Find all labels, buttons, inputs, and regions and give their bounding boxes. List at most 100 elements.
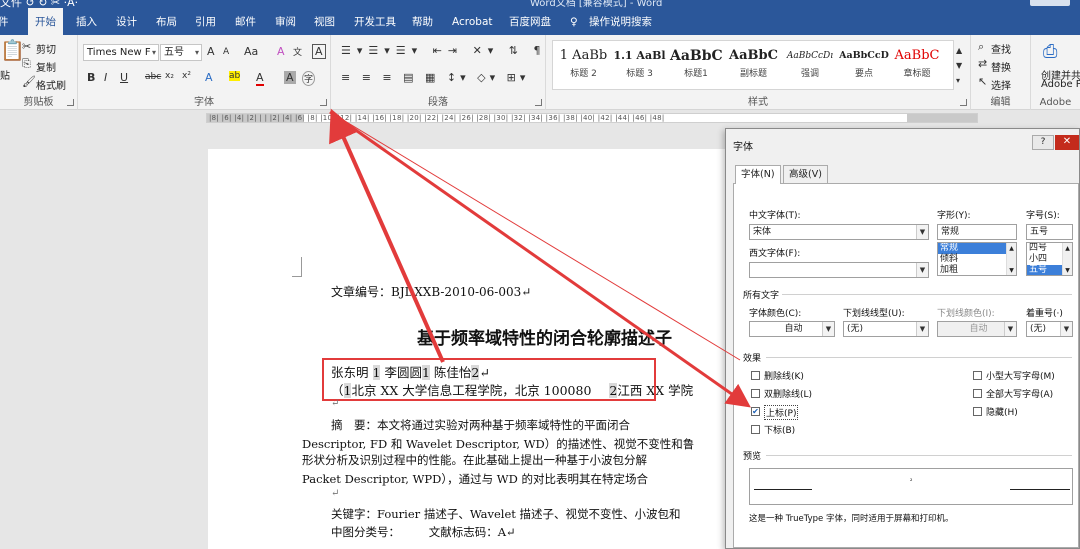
- highlight-box: [322, 358, 656, 401]
- adobe-label: Adobe: [1039, 97, 1072, 108]
- find-button[interactable]: 查找: [991, 41, 1011, 56]
- style-input[interactable]: 常规: [937, 224, 1017, 240]
- close-button[interactable]: ✕: [1055, 135, 1079, 150]
- tab-review[interactable]: 审阅: [275, 8, 296, 35]
- font-color-button[interactable]: A: [256, 71, 264, 86]
- horizontal-ruler[interactable]: |8| |6| |4| |2| | | |2| |4| |6| |8| |10|…: [206, 113, 978, 123]
- align-buttons[interactable]: ≡ ≡ ≡ ▤ ▦ ↕▾ ◇▾ ⊞▾: [341, 71, 529, 84]
- style-subtitle[interactable]: AaBbC 副标题: [726, 42, 781, 92]
- char-shading-button[interactable]: A: [284, 71, 296, 84]
- preview-text: ²: [910, 478, 913, 485]
- style-heading1[interactable]: AaBbC 标题1: [670, 42, 723, 92]
- emphasis-mark-select[interactable]: (无) ▼: [1026, 321, 1073, 337]
- style-option-italic[interactable]: 倾斜: [938, 254, 1016, 265]
- tab-view[interactable]: 视图: [314, 8, 335, 35]
- preview-line-left: [754, 489, 812, 490]
- font-tab-panel: 中文字体(T): 宋体 ▼ 西文字体(F): ▼ 字形(Y): 常规 常规 倾斜 …: [733, 183, 1079, 548]
- tab-file[interactable]: 件: [0, 8, 9, 35]
- ribbon-tabs: 件 开始 插入 设计 布局 引用 邮件 审阅 视图 开发工具 帮助 Acroba…: [0, 8, 1080, 35]
- cn-font-select[interactable]: 宋体 ▼: [749, 224, 929, 240]
- subscript-button[interactable]: x₂: [165, 71, 174, 81]
- tab-help[interactable]: 帮助: [412, 8, 433, 35]
- list-buttons[interactable]: ☰▾☰▾☰▾ ⇤⇥ ✕▾ ⇅ ¶: [341, 44, 547, 57]
- font-label: 字体: [194, 97, 214, 108]
- tab-developer[interactable]: 开发工具: [354, 8, 396, 35]
- clear-format-button[interactable]: A: [277, 45, 285, 58]
- style-option-regular[interactable]: 常规: [938, 243, 1016, 254]
- clipboard-label: 剪贴板: [23, 97, 54, 108]
- character-border-button[interactable]: A: [312, 44, 326, 59]
- help-button[interactable]: ?: [1032, 135, 1054, 150]
- paragraph-launcher[interactable]: [535, 99, 542, 106]
- underline-button[interactable]: U: [120, 71, 128, 84]
- strikethrough-checkbox[interactable]: [751, 371, 760, 380]
- bold-button[interactable]: B: [87, 71, 95, 84]
- tab-baidu-netdisk[interactable]: 百度网盘: [509, 8, 551, 35]
- font-dialog-launcher[interactable]: [320, 99, 327, 106]
- styles-launcher[interactable]: [960, 99, 967, 106]
- font-color-select[interactable]: 自动 ▼: [749, 321, 835, 337]
- strikethrough-button[interactable]: abc: [145, 72, 161, 82]
- document-title: Word文档 [兼容模式] - Word: [530, 0, 663, 8]
- adobe-create-line2[interactable]: Adobe P: [1041, 79, 1080, 90]
- ruler-marks: |8| |6| |4| |2| | | |2| |4| |6| |8| |10|…: [209, 114, 665, 122]
- size-list[interactable]: 四号 小四 五号 ▲ ▼: [1026, 242, 1073, 276]
- tab-references[interactable]: 引用: [195, 8, 216, 35]
- emphasis-mark-label: 着重号(·): [1026, 309, 1063, 319]
- font-size-combo[interactable]: 五号 ▾: [160, 44, 202, 61]
- text-effects-button[interactable]: A: [205, 71, 213, 84]
- superscript-checkbox[interactable]: ✔: [751, 407, 760, 416]
- size-list-scrollbar[interactable]: ▲ ▼: [1062, 243, 1072, 275]
- tab-layout[interactable]: 布局: [156, 8, 177, 35]
- replace-button[interactable]: 替换: [991, 59, 1011, 74]
- style-option-bold[interactable]: 加粗: [938, 265, 1016, 275]
- cut-button[interactable]: 剪切: [36, 41, 56, 56]
- shrink-font-button[interactable]: A: [223, 47, 229, 57]
- style-chapter-title[interactable]: AaBbC 章标题: [891, 42, 943, 92]
- document-page[interactable]: [208, 149, 748, 549]
- subscript-checkbox[interactable]: [751, 425, 760, 434]
- small-caps-checkbox[interactable]: [973, 371, 982, 380]
- paste-button[interactable]: 贴: [0, 67, 10, 82]
- styles-scroll-icon[interactable]: ▲ ▼ ▾: [956, 43, 962, 88]
- style-heading3[interactable]: 1.1 AaBl 标题 3: [612, 42, 667, 92]
- adobe-create-icon[interactable]: ⎙: [1043, 41, 1057, 62]
- tab-acrobat[interactable]: Acrobat: [452, 8, 493, 35]
- tab-design[interactable]: 设计: [116, 8, 137, 35]
- change-case-button[interactable]: Aa: [244, 45, 258, 58]
- style-list-scrollbar[interactable]: ▲ ▼: [1006, 243, 1016, 275]
- tab-advanced[interactable]: 高级(V): [783, 165, 828, 183]
- style-heading2[interactable]: 1 AaBb 标题 2: [556, 42, 611, 92]
- double-strike-checkbox[interactable]: [751, 389, 760, 398]
- grow-font-button[interactable]: A: [207, 45, 215, 58]
- west-font-select[interactable]: ▼: [749, 262, 929, 278]
- tab-font[interactable]: 字体(N): [735, 165, 781, 184]
- size-input[interactable]: 五号: [1026, 224, 1073, 240]
- highlight-button[interactable]: ab: [229, 71, 241, 81]
- copy-button[interactable]: 复制: [36, 59, 56, 74]
- tab-home[interactable]: 开始: [28, 8, 63, 35]
- all-caps-checkbox[interactable]: [973, 389, 982, 398]
- font-color-label: 字体颜色(C):: [749, 309, 802, 319]
- tab-insert[interactable]: 插入: [76, 8, 97, 35]
- style-keypoint[interactable]: AaBbCcD 要点: [838, 42, 890, 92]
- tell-me-search[interactable]: 操作说明搜索: [589, 8, 652, 35]
- style-emphasis[interactable]: AaBbCcDı 强调: [782, 42, 838, 92]
- tab-mailings[interactable]: 邮件: [235, 8, 256, 35]
- phonetic-guide-button[interactable]: 文: [293, 45, 302, 58]
- superscript-button[interactable]: x²: [182, 71, 191, 81]
- quick-access-toolbar[interactable]: 文件 ↺ ↻ ✂ ·A·: [0, 0, 78, 8]
- clipboard-launcher[interactable]: [67, 99, 74, 106]
- select-button[interactable]: 选择: [991, 77, 1011, 92]
- login-button[interactable]: [1030, 0, 1070, 6]
- format-painter-button[interactable]: 格式刷: [36, 77, 66, 92]
- clipboard-group: 📋 贴 ✂ 剪切 ⎘ 复制 🖌 格式刷 剪贴板: [0, 35, 78, 110]
- font-name-combo[interactable]: Times New F ▾: [83, 44, 159, 61]
- underline-color-select: 自动 ▼: [937, 321, 1017, 337]
- hidden-checkbox[interactable]: [973, 407, 982, 416]
- italic-button[interactable]: I: [104, 71, 107, 84]
- underline-style-select[interactable]: (无) ▼: [843, 321, 929, 337]
- style-list[interactable]: 常规 倾斜 加粗 ▲ ▼: [937, 242, 1017, 276]
- double-strike-label: 双删除线(L): [764, 390, 813, 400]
- enclose-char-button[interactable]: 字: [302, 71, 316, 86]
